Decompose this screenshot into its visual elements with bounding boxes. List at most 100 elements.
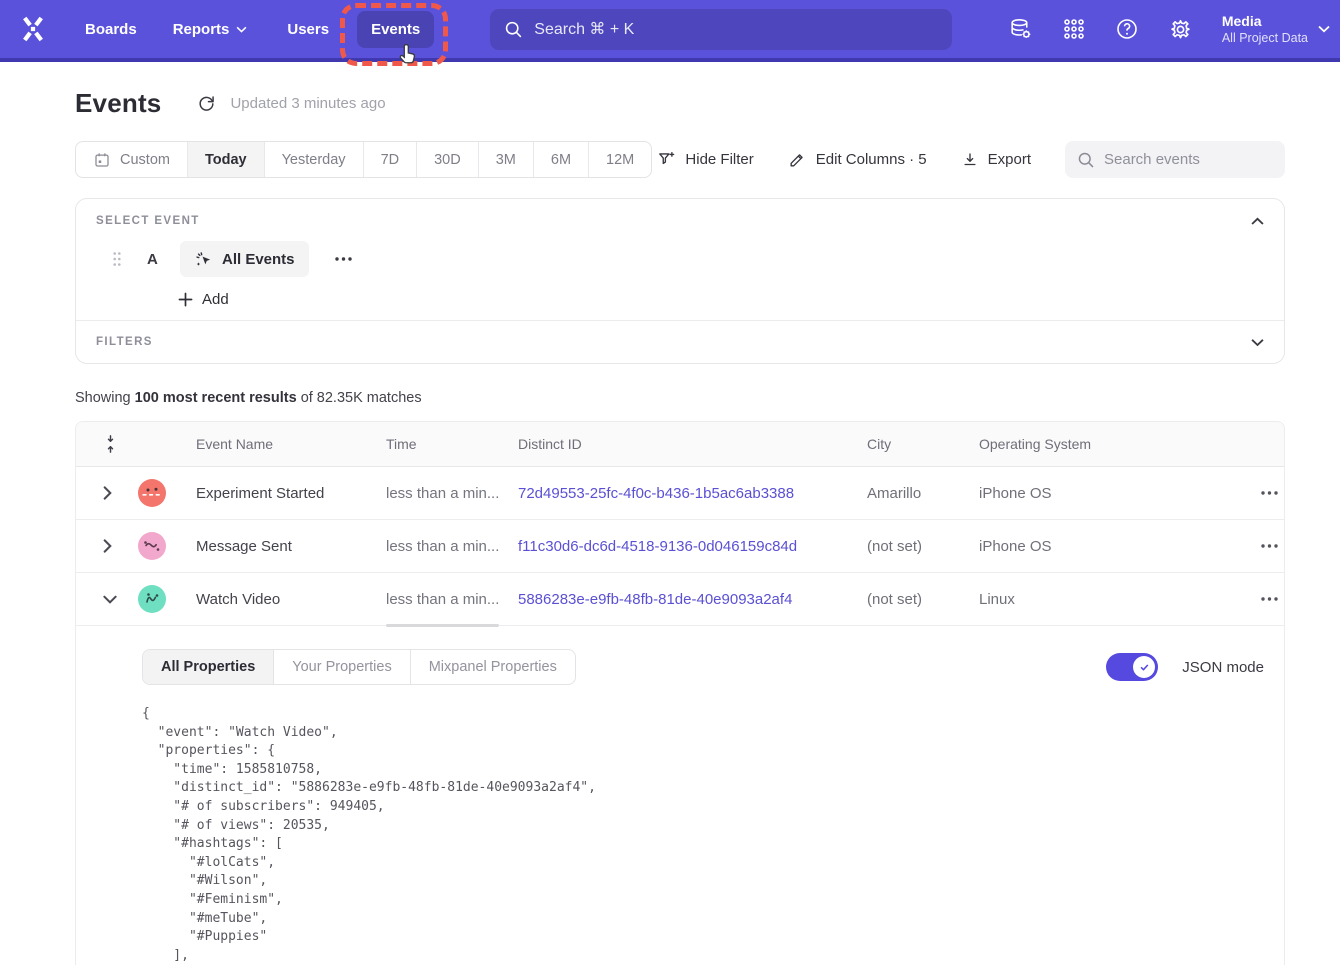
event-row: A All Events — [96, 241, 1264, 277]
ellipsis-icon — [335, 257, 352, 261]
date-range-control: Custom Today Yesterday 7D 30D 3M 6M 12M — [75, 141, 652, 178]
cell-event-name: Experiment Started — [196, 485, 386, 502]
col-header-os[interactable]: Operating System — [979, 436, 1186, 452]
results-suffix: of 82.35K matches — [301, 390, 422, 406]
search-events-input[interactable]: Search events — [1065, 141, 1285, 178]
date-range-7d[interactable]: 7D — [363, 142, 417, 177]
cell-distinct-id-link[interactable]: 72d49553-25fc-4f0c-b436-1b5ac6ab3388 — [518, 485, 867, 502]
cell-city: Amarillo — [867, 485, 979, 502]
event-details-panel: All Properties Your Properties Mixpanel … — [76, 626, 1284, 965]
search-events-placeholder: Search events — [1104, 151, 1200, 168]
add-event-button[interactable]: Add — [178, 291, 248, 308]
row-collapse-chevron-icon[interactable] — [103, 595, 138, 604]
project-name: Media — [1222, 12, 1308, 30]
download-icon — [961, 151, 979, 169]
cell-event-name: Watch Video — [196, 591, 386, 608]
search-icon — [504, 20, 523, 39]
nav-item-events-label: Events — [371, 21, 420, 38]
chevron-up-icon[interactable] — [1251, 217, 1264, 226]
date-range-3m[interactable]: 3M — [478, 142, 533, 177]
calendar-icon — [93, 151, 111, 169]
data-management-icon[interactable] — [1008, 17, 1033, 42]
col-header-city[interactable]: City — [867, 436, 979, 452]
date-range-custom[interactable]: Custom — [76, 142, 187, 177]
cell-city: (not set) — [867, 591, 979, 608]
global-search-input[interactable]: Search ⌘ + K — [490, 9, 952, 50]
search-icon — [1077, 151, 1095, 169]
all-events-label: All Events — [222, 251, 295, 268]
table-row[interactable]: Message Sent less than a min... f11c30d6… — [76, 520, 1284, 573]
tab-all-properties[interactable]: All Properties — [143, 650, 273, 684]
click-cursor-icon — [194, 250, 213, 269]
select-event-section: SELECT EVENT A — [76, 199, 1284, 320]
date-range-12m[interactable]: 12M — [588, 142, 651, 177]
cell-distinct-id-link[interactable]: 5886283e-e9fb-48fb-81de-40e9093a2af4 — [518, 591, 867, 608]
refresh-button[interactable] — [197, 94, 216, 113]
apps-grid-icon[interactable] — [1062, 17, 1086, 41]
chevron-down-icon — [1251, 338, 1264, 347]
properties-tabs: All Properties Your Properties Mixpanel … — [142, 649, 576, 685]
results-count: 100 most recent results — [135, 390, 297, 406]
date-range-yesterday[interactable]: Yesterday — [264, 142, 363, 177]
main-content: Events Updated 3 minutes ago Custom Toda… — [75, 88, 1285, 965]
pencil-icon — [788, 150, 807, 169]
event-more-menu[interactable] — [335, 257, 352, 261]
export-button[interactable]: Export — [961, 151, 1031, 169]
edit-columns-button[interactable]: Edit Columns · 5 — [788, 150, 927, 169]
nav-item-users[interactable]: Users — [287, 21, 329, 38]
chevron-down-icon — [1318, 25, 1330, 33]
nav-item-reports[interactable]: Reports — [173, 21, 248, 38]
cell-distinct-id-link[interactable]: f11c30d6-dc6d-4518-9136-0d046159c84d — [518, 538, 867, 555]
nav-item-boards[interactable]: Boards — [85, 21, 137, 38]
event-avatar — [138, 532, 166, 560]
col-header-distinct-id[interactable]: Distinct ID — [518, 436, 867, 452]
tab-mixpanel-properties[interactable]: Mixpanel Properties — [410, 650, 575, 684]
cell-event-name: Message Sent — [196, 538, 386, 555]
cell-city: (not set) — [867, 538, 979, 555]
drag-handle-icon[interactable] — [112, 251, 122, 267]
row-more-menu[interactable] — [1261, 544, 1284, 548]
nav-item-events[interactable]: Events — [357, 11, 434, 48]
row-more-menu[interactable] — [1261, 491, 1284, 495]
project-selector[interactable]: Media All Project Data — [1222, 12, 1330, 46]
row-expand-chevron-icon[interactable] — [103, 486, 138, 500]
toggle-knob — [1133, 656, 1155, 678]
export-label: Export — [988, 151, 1031, 168]
col-header-event-name[interactable]: Event Name — [196, 436, 386, 452]
json-mode-label: JSON mode — [1182, 659, 1264, 676]
table-row[interactable]: Experiment Started less than a min... 72… — [76, 467, 1284, 520]
query-builder-card: SELECT EVENT A — [75, 198, 1285, 364]
hand-cursor-icon — [397, 42, 420, 67]
settings-gear-icon[interactable] — [1168, 17, 1193, 42]
all-events-selector[interactable]: All Events — [180, 241, 309, 277]
col-header-time[interactable]: Time — [386, 436, 518, 452]
add-event-label: Add — [202, 291, 229, 308]
toolbar: Custom Today Yesterday 7D 30D 3M 6M 12M … — [75, 141, 1285, 178]
date-range-6m[interactable]: 6M — [533, 142, 588, 177]
collapse-all-icon[interactable] — [103, 434, 138, 454]
row-expand-chevron-icon[interactable] — [103, 539, 138, 553]
table-row-expanded[interactable]: Watch Video less than a min... 5886283e-… — [76, 573, 1284, 626]
filters-section[interactable]: FILTERS — [76, 320, 1284, 363]
event-row-letter: A — [147, 251, 161, 268]
project-scope: All Project Data — [1222, 30, 1308, 46]
date-range-today[interactable]: Today — [187, 142, 264, 177]
results-prefix: Showing — [75, 390, 131, 406]
date-range-30d[interactable]: 30D — [416, 142, 478, 177]
tab-your-properties[interactable]: Your Properties — [273, 650, 409, 684]
ellipsis-icon — [1261, 491, 1278, 495]
json-mode-toggle[interactable] — [1106, 653, 1158, 681]
mixpanel-logo-icon — [17, 14, 49, 44]
mixpanel-logo[interactable] — [17, 14, 49, 44]
toolbar-actions: Hide Filter Edit Columns · 5 Export — [657, 141, 1285, 178]
help-icon[interactable] — [1115, 17, 1139, 41]
cell-os: iPhone OS — [979, 485, 1186, 502]
event-avatar — [138, 479, 166, 507]
refresh-icon — [197, 94, 216, 113]
filters-label: FILTERS — [96, 336, 153, 348]
date-range-custom-label: Custom — [120, 152, 170, 168]
hide-filter-button[interactable]: Hide Filter — [657, 150, 753, 169]
event-json-payload: { "event": "Watch Video", "properties": … — [142, 705, 1264, 965]
horizontal-scrollbar[interactable] — [386, 624, 499, 627]
row-more-menu[interactable] — [1261, 597, 1284, 601]
